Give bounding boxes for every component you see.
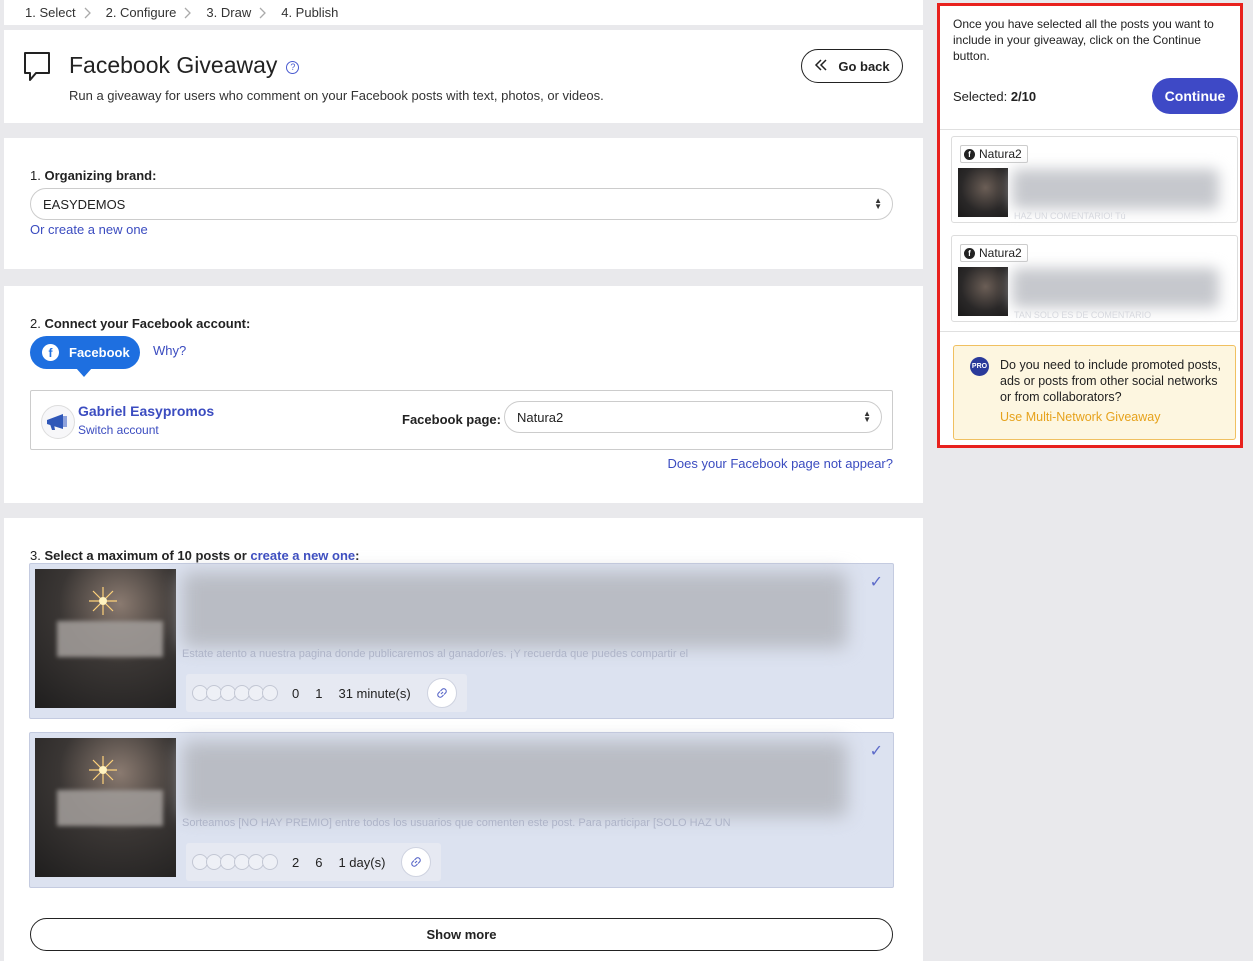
blurred-post-text [1012,169,1219,209]
select-arrows-icon: ▲ ▼ [874,196,882,211]
comment-count: 2 [292,854,300,870]
step-select[interactable]: 1. Select [25,5,76,20]
facebook-tab-button[interactable]: f Facebook [30,336,140,377]
selected-check-icon[interactable]: ✓ [870,572,883,592]
select-posts-card: 3. Select a maximum of 10 posts or creat… [4,518,923,961]
reactions-icon [192,854,278,870]
connect-facebook-card: 2. Connect your Facebook account: f Face… [4,286,923,503]
selection-sidebar: Once you have selected all the posts you… [937,3,1243,448]
main-column: 1. Select 2. Configure 3. Draw 4. Publis… [4,0,923,961]
sidebar-instructions: Once you have selected all the posts you… [953,17,1214,63]
selected-post-thumbnail [958,267,1008,316]
selected-count: Selected: 2/10 [953,89,1037,104]
blurred-post-text [1012,268,1219,308]
selected-post-thumbnail [958,168,1008,217]
selected-post-excerpt: HAZ UN COMENTARIO! Tú [1014,211,1126,221]
show-more-button[interactable]: Show more [30,918,893,951]
megaphone-avatar-icon [41,405,75,439]
post-excerpt: Estate atento a nuestra pagina donde pub… [182,648,689,660]
share-count: 6 [315,854,323,870]
facebook-icon: f [42,344,59,361]
step-configure[interactable]: 2. Configure [106,5,177,20]
wizard-steps: 1. Select 2. Configure 3. Draw 4. Publis… [4,0,923,25]
post-item[interactable]: Estate atento a nuestra pagina donde pub… [29,563,894,719]
post-stats: 0 1 31 minute(s) [186,674,467,712]
account-name[interactable]: Gabriel Easypromos [78,403,214,419]
step-publish[interactable]: 4. Publish [281,5,338,20]
sparkler-icon [89,756,117,784]
page-tag: f Natura2 [960,244,1028,262]
continue-button[interactable]: Continue [1152,78,1238,114]
sparkler-icon [89,587,117,615]
facebook-button-label: Facebook [69,345,130,360]
share-count: 1 [315,685,323,701]
facebook-page-select[interactable]: Natura2 ▲ ▼ [504,401,882,433]
select-posts-label: 3. Select a maximum of 10 posts or creat… [30,548,360,563]
divider [940,129,1240,130]
facebook-page-label: Facebook page: [402,412,501,427]
reactions-icon [192,685,278,701]
double-chevron-left-icon [814,58,828,75]
facebook-icon: f [964,247,975,259]
brand-select[interactable]: EASYDEMOS ▲ ▼ [30,188,893,220]
organizing-brand-card: 1. Organizing brand: EASYDEMOS ▲ ▼ Or cre… [4,138,923,269]
create-brand-link[interactable]: Or create a new one [30,222,148,237]
chevron-right-icon [259,7,267,19]
speech-bubble-icon [22,50,52,84]
create-post-link[interactable]: create a new one [250,548,355,563]
connect-facebook-label: 2. Connect your Facebook account: [30,316,251,331]
post-thumbnail [35,569,176,708]
pro-badge-icon: PRO [970,357,989,376]
comment-count: 0 [292,685,300,701]
step-draw[interactable]: 3. Draw [206,5,251,20]
help-icon[interactable]: ? [286,60,300,74]
selected-post-excerpt: TAN SOLO ES DE COMENTARIO [1014,310,1152,320]
selected-post-card[interactable]: f Natura2 TAN SOLO ES DE COMENTARIO [951,235,1238,322]
post-item[interactable]: Sorteamos [NO HAY PREMIO] entre todos lo… [29,732,894,888]
header-card: Facebook Giveaway ? Run a giveaway for u… [4,30,923,123]
post-age: 31 minute(s) [338,685,411,701]
chevron-right-icon [184,7,192,19]
divider [940,331,1240,332]
switch-account-link[interactable]: Switch account [78,423,159,437]
blurred-overlay [57,790,163,826]
post-stats: 2 6 1 day(s) [186,843,442,881]
post-age: 1 day(s) [338,854,386,870]
why-link[interactable]: Why? [153,343,186,358]
chevron-right-icon [84,7,92,19]
post-thumbnail [35,738,176,877]
multi-network-link[interactable]: Use Multi-Network Giveaway [1000,410,1160,424]
brand-select-value: EASYDEMOS [43,196,126,212]
link-icon[interactable] [426,678,457,708]
pro-upsell-box: PRO Do you need to include promoted post… [953,345,1236,440]
selected-post-card[interactable]: f Natura2 HAZ UN COMENTARIO! Tú [951,136,1238,223]
page-tag: f Natura2 [960,145,1028,163]
page-title: Facebook Giveaway ? [69,52,300,79]
go-back-label: Go back [838,58,890,74]
blurred-overlay [57,621,163,657]
page-subtitle: Run a giveaway for users who comment on … [69,88,604,103]
blurred-post-text [182,741,847,817]
go-back-button[interactable]: Go back [801,49,903,83]
blurred-post-text [182,572,847,648]
page-title-text: Facebook Giveaway [69,52,278,78]
link-icon[interactable] [401,847,432,877]
facebook-page-value: Natura2 [517,409,564,425]
select-arrows-icon: ▲ ▼ [863,409,871,424]
organizing-brand-label: 1. Organizing brand: [30,168,157,183]
pro-upsell-text: Do you need to include promoted posts, a… [1000,358,1221,404]
post-excerpt: Sorteamos [NO HAY PREMIO] entre todos lo… [182,817,731,829]
page-not-appear-link[interactable]: Does your Facebook page not appear? [668,456,894,471]
facebook-account-box: Gabriel Easypromos Switch account Facebo… [30,390,893,450]
facebook-icon: f [964,148,975,160]
selected-check-icon[interactable]: ✓ [870,741,883,761]
